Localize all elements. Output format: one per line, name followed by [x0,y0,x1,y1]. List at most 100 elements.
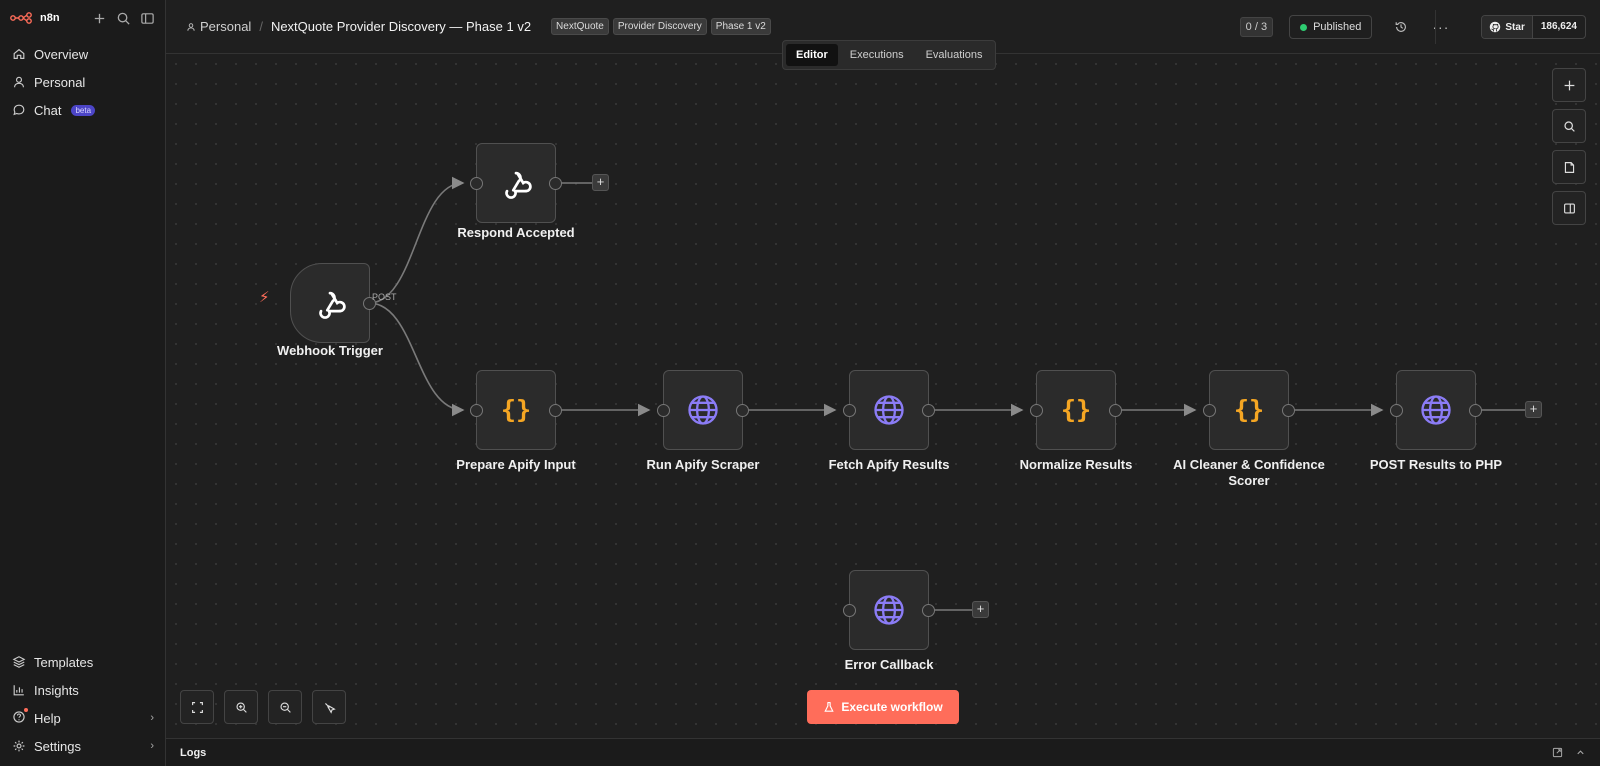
history-icon[interactable] [1394,20,1408,34]
input-handle[interactable] [1203,404,1216,417]
workflow-tag[interactable]: Provider Discovery [612,18,707,35]
workflow-tag[interactable]: NextQuote [551,18,609,35]
zoom-out-icon [279,701,291,713]
sidebar-item-help[interactable]: Help › [0,704,166,732]
breadcrumb-project-label: Personal [200,19,252,34]
insights-icon [13,685,24,696]
input-handle[interactable] [1390,404,1403,417]
trigger-bolt-icon: ⚡ [259,289,270,306]
search-nodes-button[interactable] [1552,109,1586,143]
sidebar-item-settings[interactable]: Settings › [0,732,166,760]
workflow-canvas[interactable]: ⚡ POST Webhook Trigger + Respond Accepte… [166,54,1600,738]
logs-bar[interactable]: Logs [166,738,1600,766]
flask-icon [824,701,834,712]
node-post-results-to-php[interactable] [1390,370,1482,450]
globe-icon [688,395,718,425]
sidebar-item-label: Overview [34,46,89,62]
add-icon[interactable] [92,11,107,26]
add-node-button[interactable]: + [1525,401,1542,418]
zoom-in-icon [235,701,247,713]
canvas-right-toolbar [1552,68,1586,225]
add-node-button[interactable]: + [592,174,609,191]
add-node-panel-button[interactable] [1552,68,1586,102]
input-handle[interactable] [1030,404,1043,417]
breadcrumb-project[interactable]: Personal [186,19,251,34]
panel-icon [1563,202,1575,214]
tab-executions[interactable]: Executions [840,44,914,66]
output-handle[interactable] [922,404,935,417]
output-handle[interactable] [549,404,562,417]
version-counter[interactable]: 0 / 3 [1239,17,1274,37]
workflow-title[interactable]: NextQuote Provider Discovery — Phase 1 v… [271,19,531,34]
node-ai-cleaner-confidence-scorer[interactable]: {} [1203,370,1295,450]
node-run-apify-scraper[interactable] [657,370,749,450]
header-actions: 0 / 3 Published ··· Star 186,624 [1239,0,1600,54]
input-handle[interactable] [470,177,483,190]
zoom-out-button[interactable] [268,690,302,724]
input-handle[interactable] [843,604,856,617]
sidebar-item-templates[interactable]: Templates [0,648,166,676]
publish-status-label: Published [1313,21,1362,33]
output-handle[interactable] [1282,404,1295,417]
node-label: POST Results to PHP [1369,457,1503,472]
github-star-button[interactable]: Star 186,624 [1481,15,1586,39]
node-respond-accepted[interactable] [470,143,562,223]
input-handle[interactable] [843,404,856,417]
sidebar-item-personal[interactable]: Personal [0,68,165,96]
execute-workflow-label: Execute workflow [841,700,943,714]
logo-text: n8n [40,12,60,24]
code-braces-icon: {} [1234,395,1264,424]
output-handle[interactable] [1109,404,1122,417]
pop-out-icon[interactable] [1552,747,1563,758]
github-star: Star [1482,16,1533,38]
output-handle[interactable] [736,404,749,417]
sidebar: n8n Overview Personal Chat beta Template… [0,0,166,766]
publish-status-button[interactable]: Published [1289,15,1373,39]
beta-badge: beta [71,104,96,116]
globe-icon [874,595,904,625]
n8n-logo[interactable]: n8n [10,12,60,24]
svg-text:{}: {} [1234,395,1264,424]
sticky-note-button[interactable] [1552,150,1586,184]
github-icon [1490,21,1501,33]
node-normalize-results[interactable]: {} [1030,370,1122,450]
toggle-panel-button[interactable] [1552,191,1586,225]
input-handle[interactable] [657,404,670,417]
chevron-right-icon: › [150,712,154,724]
node-label: Respond Accepted [457,225,575,240]
code-braces-icon: {} [1061,395,1091,424]
tab-evaluations[interactable]: Evaluations [916,44,993,66]
node-label: Fetch Apify Results [828,457,950,472]
canvas-zoom-toolbar [180,690,346,724]
tab-editor[interactable]: Editor [786,44,838,66]
workflow-tag[interactable]: Phase 1 v2 [710,18,771,35]
search-icon[interactable] [116,11,131,26]
collapse-sidebar-icon[interactable] [140,11,155,26]
node-webhook-trigger[interactable] [290,263,376,343]
chevron-up-icon[interactable] [1575,747,1586,758]
node-fetch-apify-results[interactable] [843,370,935,450]
sidebar-item-chat[interactable]: Chat beta [0,96,165,124]
execute-workflow-button[interactable]: Execute workflow [807,690,959,724]
fit-view-icon [191,701,203,713]
node-prepare-apify-input[interactable]: {} [470,370,562,450]
github-star-count: 186,624 [1540,21,1577,32]
published-status-dot [1300,23,1308,31]
help-notification-dot [12,707,28,727]
sidebar-item-insights[interactable]: Insights [0,676,166,704]
node-error-callback[interactable] [843,570,935,650]
tidy-up-button[interactable] [312,690,346,724]
help-icon [13,710,25,723]
output-handle[interactable] [922,604,935,617]
input-handle[interactable] [470,404,483,417]
broom-icon [324,702,336,714]
app-root: n8n Overview Personal Chat beta Template… [0,0,1600,766]
zoom-in-button[interactable] [224,690,258,724]
output-handle[interactable] [549,177,562,190]
add-node-button[interactable]: + [972,601,989,618]
fit-view-button[interactable] [180,690,214,724]
workflow-tags: NextQuote Provider Discovery Phase 1 v2 [551,18,771,35]
output-handle[interactable] [1469,404,1482,417]
sidebar-item-overview[interactable]: Overview [0,40,165,68]
user-icon [187,22,195,31]
